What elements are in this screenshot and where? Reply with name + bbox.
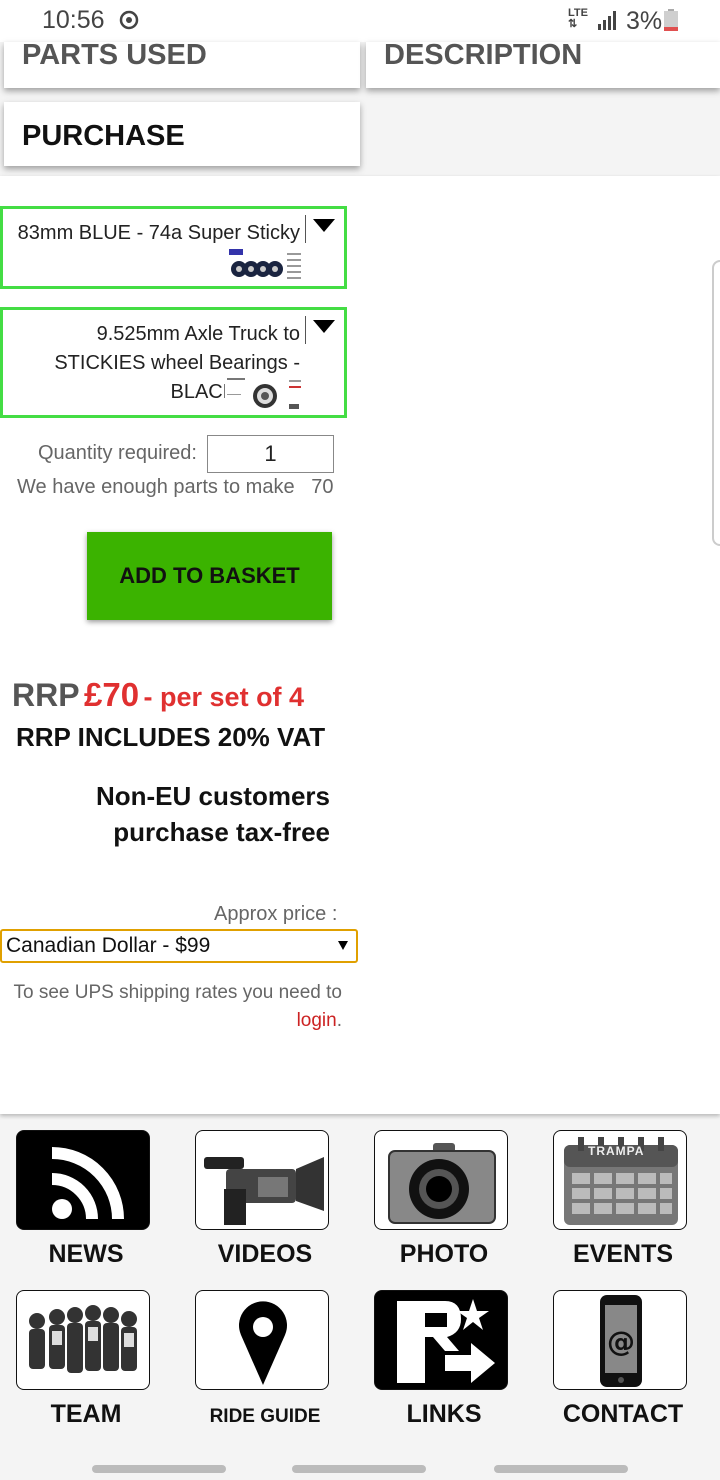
quantity-input[interactable]: 1: [207, 435, 334, 473]
tab-parts-used[interactable]: PARTS USED: [4, 41, 360, 88]
nav-news[interactable]: NEWS: [2, 1122, 182, 1284]
tab-purchase[interactable]: PURCHASE: [4, 102, 360, 166]
rss-icon: [16, 1130, 150, 1230]
camera-icon: [374, 1130, 508, 1230]
non-eu-line-1: Non-EU customers: [95, 781, 330, 811]
battery-icon: [664, 9, 678, 31]
sync-icon: [119, 10, 139, 30]
svg-text:@: @: [607, 1325, 635, 1358]
battery-percent: 3%: [626, 7, 663, 35]
nav-label: EVENTS: [572, 1240, 674, 1268]
nav-label: NEWS: [48, 1240, 124, 1268]
nav-events[interactable]: TRAMPA EVENTS: [539, 1122, 719, 1284]
tab-description[interactable]: DESCRIPTION: [366, 41, 720, 88]
nav-videos[interactable]: VIDEOS: [181, 1122, 361, 1284]
links-logo-icon: [374, 1290, 508, 1390]
wheel-select-value: 83mm BLUE - 74a Super Sticky: [17, 222, 300, 244]
signal-icon: [598, 11, 616, 30]
wheel-select[interactable]: 83mm BLUE - 74a Super Sticky: [0, 206, 347, 289]
system-navigation-bar: [0, 1448, 720, 1480]
nav-label: VIDEOS: [217, 1240, 313, 1268]
map-pin-icon: [195, 1290, 329, 1390]
currency-select[interactable]: Canadian Dollar - $99: [0, 929, 358, 963]
nav-back-button[interactable]: [494, 1465, 628, 1473]
chevron-down-icon: [338, 941, 348, 950]
add-to-basket-button[interactable]: ADD TO BASKET: [87, 532, 332, 620]
scroll-handle[interactable]: [712, 260, 720, 546]
currency-select-value: Canadian Dollar - $99: [6, 934, 211, 957]
bearing-product-thumbnail: [225, 376, 305, 414]
rrp-suffix: - per set of 4: [143, 682, 305, 712]
non-eu-note: Non-EU customers purchase tax-free: [40, 778, 330, 850]
login-link[interactable]: login: [297, 1010, 337, 1031]
approx-price-label: Approx price :: [214, 903, 338, 925]
status-time: 10:56: [42, 6, 105, 34]
nav-photo[interactable]: PHOTO: [360, 1122, 540, 1284]
select-divider: [305, 316, 306, 344]
stock-availability: We have enough parts to make 70: [17, 476, 334, 498]
calendar-icon: TRAMPA: [553, 1130, 687, 1230]
video-camera-icon: [195, 1130, 329, 1230]
non-eu-line-2: purchase tax-free: [113, 817, 330, 847]
rrp-label: RRP: [12, 677, 80, 713]
wheel-product-thumbnail: [227, 247, 307, 285]
nav-recent-button[interactable]: [92, 1465, 226, 1473]
nav-label: CONTACT: [562, 1400, 684, 1428]
network-indicator: LTE ⇅: [568, 7, 588, 30]
chevron-down-icon: [313, 320, 335, 333]
nav-label: PHOTO: [399, 1240, 489, 1268]
quantity-label: Quantity required:: [38, 442, 197, 464]
nav-links[interactable]: LINKS: [360, 1282, 540, 1444]
rrp-price-line: RRP £70 - per set of 4: [12, 676, 304, 714]
select-divider: [305, 215, 306, 243]
rrp-price: £70: [84, 676, 140, 713]
phone-at-icon: @: [553, 1290, 687, 1390]
nav-label: RIDE GUIDE: [209, 1406, 321, 1427]
nav-label: LINKS: [406, 1400, 482, 1428]
ups-shipping-note: To see UPS shipping rates you need to lo…: [13, 982, 342, 1031]
chevron-down-icon: [313, 219, 335, 232]
nav-ride-guide[interactable]: RIDE GUIDE: [181, 1282, 361, 1444]
bearing-select[interactable]: 9.525mm Axle Truck to STICKIES wheel Bea…: [0, 307, 347, 418]
nav-home-button[interactable]: [292, 1465, 426, 1473]
nav-contact[interactable]: @ CONTACT: [539, 1282, 719, 1444]
calendar-brand-text: TRAMPA: [588, 1144, 645, 1158]
nav-team[interactable]: TEAM: [2, 1282, 182, 1444]
vat-note: RRP INCLUDES 20% VAT: [16, 722, 326, 752]
nav-label: TEAM: [50, 1400, 122, 1428]
team-icon: [16, 1290, 150, 1390]
